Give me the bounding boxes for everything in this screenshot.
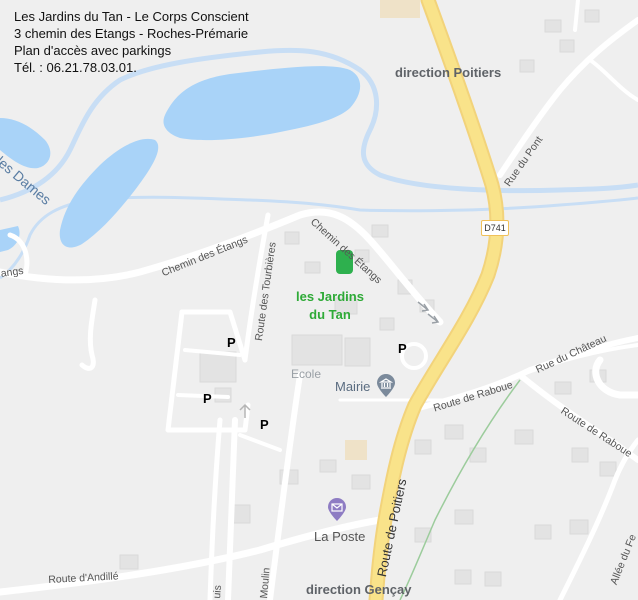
road-badge-d741: D741 [481,220,509,236]
direction-south-label: direction Gençay [306,582,412,597]
poi-label-la-poste: La Poste [314,529,366,544]
parking-marker-1[interactable]: P [227,335,236,350]
parking-marker-2[interactable]: P [398,341,407,356]
info-subtitle: Plan d'accès avec parkings [14,43,172,58]
poi-label-ecole: Ecole [291,367,322,381]
mail-icon[interactable] [326,498,348,527]
destination-label-line1: les Jardins [296,289,364,304]
landmark-icon[interactable] [375,374,397,403]
street-label-uis: uis [211,584,225,600]
info-address: 3 chemin des Etangs - Roches-Prémarie [14,26,249,41]
poi-label-mairie: Mairie [335,379,371,394]
info-phone: Tél. : 06.21.78.03.01. [14,60,137,75]
info-title: Les Jardins du Tan - Le Corps Conscient [14,9,249,24]
info-block: Les Jardins du Tan - Le Corps Conscient … [14,8,249,76]
parking-marker-4[interactable]: P [260,417,269,432]
destination-label-line2: du Tan [309,307,351,322]
destination-label[interactable]: les Jardins du Tan [296,288,364,324]
direction-north-label: direction Poitiers [395,65,502,80]
parking-marker-3[interactable]: P [203,391,212,406]
map[interactable]: Les Jardins du Tan - Le Corps Conscient … [0,0,638,600]
